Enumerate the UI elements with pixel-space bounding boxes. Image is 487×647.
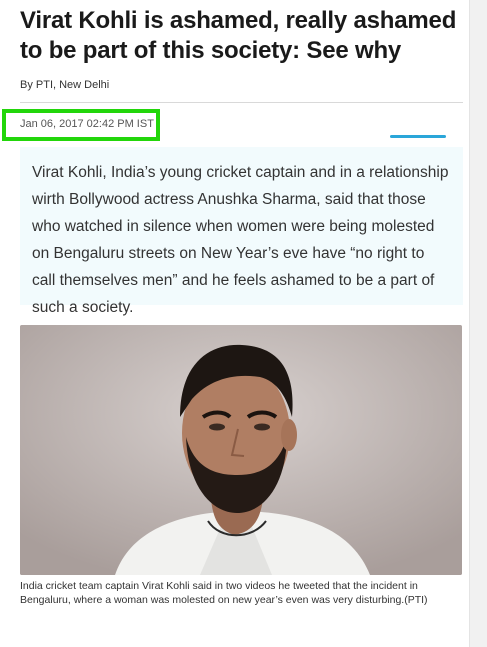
- portrait-illustration: [20, 325, 462, 575]
- article: Virat Kohli is ashamed, really ashamed t…: [2, 0, 463, 607]
- divider: [20, 102, 463, 103]
- publish-date: Jan 06, 2017 02:42 PM IST: [20, 118, 154, 130]
- share-bar-accent[interactable]: [390, 135, 446, 138]
- dateline: Jan 06, 2017 02:42 PM IST: [2, 107, 463, 143]
- article-headline: Virat Kohli is ashamed, really ashamed t…: [20, 7, 457, 64]
- photo-caption: India cricket team captain Virat Kohli s…: [20, 580, 428, 606]
- page-scrollbar[interactable]: [469, 0, 487, 647]
- article-summary: Virat Kohli, India’s young cricket capta…: [20, 147, 463, 316]
- article-photo: [20, 325, 462, 575]
- article-byline: By PTI, New Delhi: [20, 79, 110, 91]
